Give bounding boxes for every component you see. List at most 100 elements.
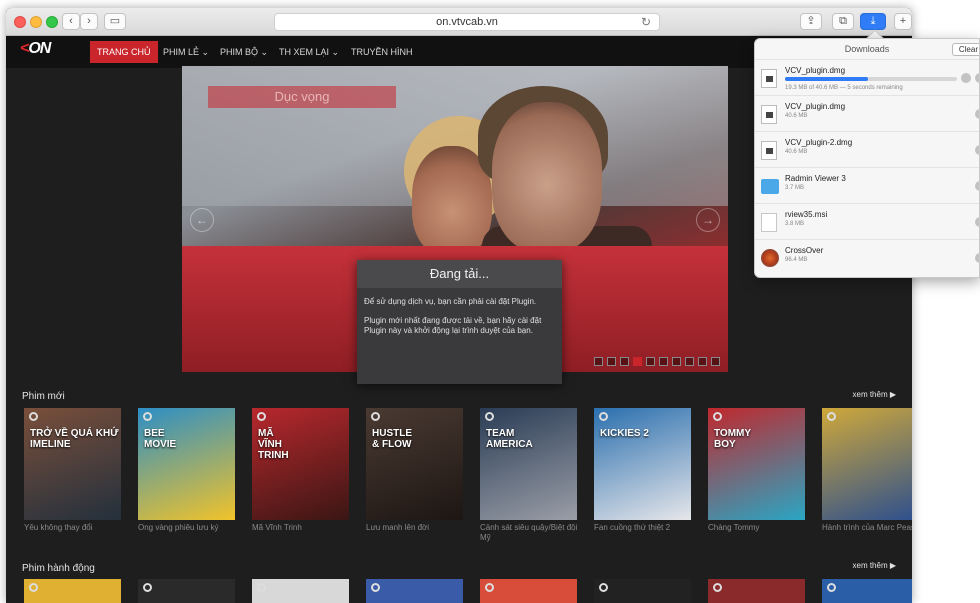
nav-series[interactable]: PHIM BỘ ⌄ xyxy=(213,41,275,63)
poster-badge-icon xyxy=(485,583,494,592)
see-more-new-link[interactable]: xem thêm ▶ xyxy=(853,390,897,399)
site-logo[interactable]: <ON xyxy=(20,40,64,62)
reveal-in-finder-icon[interactable] xyxy=(975,253,979,263)
hero-slide-dot[interactable] xyxy=(711,357,720,366)
movie-poster[interactable] xyxy=(24,579,121,603)
movie-poster[interactable]: TOMMY BOY xyxy=(708,408,805,520)
hero-slide-dot[interactable] xyxy=(607,357,616,366)
back-button[interactable]: ‹ xyxy=(62,13,80,30)
movie-poster[interactable] xyxy=(138,579,235,603)
dialog-message: Để sử dụng dịch vụ, bạn cần phải cài đặt… xyxy=(364,297,537,306)
share-button[interactable]: ⇪ xyxy=(800,13,822,30)
movie-title[interactable]: Hành trình của Marc Pease xyxy=(822,523,912,533)
movie-title[interactable]: Chàng Tommy xyxy=(708,523,808,533)
reveal-in-finder-icon[interactable] xyxy=(975,73,979,83)
reload-icon[interactable]: ↻ xyxy=(641,14,651,30)
hero-next-arrow-icon[interactable]: → xyxy=(696,208,720,232)
download-filename: VCV_plugin-2.dmg xyxy=(785,138,853,147)
download-filename: Radmin Viewer 3 xyxy=(785,174,846,183)
download-item[interactable]: rview35.msi 3.8 MB xyxy=(755,203,979,239)
movie-poster[interactable]: KICKIES 2 xyxy=(594,408,691,520)
downloads-list: VCV_plugin.dmg 19.3 MB of 40.6 MB — 5 sec… xyxy=(755,59,979,275)
movie-title[interactable]: Ong vàng phiêu lưu ký xyxy=(138,523,238,533)
clear-downloads-button[interactable]: Clear xyxy=(951,43,979,56)
address-bar[interactable]: on.vtvcab.vn ↻ xyxy=(274,13,660,31)
disk-image-icon xyxy=(761,69,777,88)
movie-poster[interactable]: BEE MOVIE xyxy=(138,408,235,520)
download-filename: CrossOver xyxy=(785,246,824,255)
tabs-button[interactable]: ⧉ xyxy=(832,13,854,30)
reveal-in-finder-icon[interactable] xyxy=(975,109,979,119)
reveal-in-finder-icon[interactable] xyxy=(975,217,979,227)
movie-poster[interactable]: HUSTLE & FLOW xyxy=(366,408,463,520)
movie-poster[interactable]: TRỞ VỀ QUÁ KHỨ IMELINE xyxy=(24,408,121,520)
movie-poster[interactable] xyxy=(822,408,912,520)
browser-toolbar: ‹ › ▭ on.vtvcab.vn ↻ ⇪ ⧉ ⤓ + xyxy=(6,8,912,36)
poster-art-text: HUSTLE & FLOW xyxy=(372,428,412,450)
downloads-button[interactable]: ⤓ xyxy=(860,13,886,30)
download-icon: ⤓ xyxy=(870,15,876,27)
poster-badge-icon xyxy=(713,583,722,592)
movie-poster[interactable] xyxy=(252,579,349,603)
reveal-in-finder-icon[interactable] xyxy=(975,145,979,155)
download-item[interactable]: Radmin Viewer 3 3.7 MB xyxy=(755,167,979,203)
hero-prev-arrow-icon[interactable]: ← xyxy=(190,208,214,232)
fullscreen-window-button[interactable] xyxy=(46,16,58,28)
hero-slide-dot[interactable] xyxy=(698,357,707,366)
poster-badge-icon xyxy=(599,412,608,421)
movie-poster[interactable] xyxy=(822,579,912,603)
poster-badge-icon xyxy=(371,412,380,421)
nav-home[interactable]: TRANG CHỦ xyxy=(90,41,158,63)
movie-title[interactable]: Mã Vĩnh Trinh xyxy=(252,523,352,533)
sidebar-button[interactable]: ▭ xyxy=(104,13,126,30)
movie-poster[interactable] xyxy=(366,579,463,603)
movie-poster[interactable] xyxy=(594,579,691,603)
movie-title[interactable]: Fan cuồng thứ thiệt 2 xyxy=(594,523,694,533)
hero-title[interactable]: Dục vọng xyxy=(208,86,396,108)
movie-poster[interactable]: TEAM AMERICA xyxy=(480,408,577,520)
movie-title[interactable]: Yêu không thay đổi xyxy=(24,523,124,533)
download-progress-fill xyxy=(785,77,868,81)
hero-slide-dot[interactable] xyxy=(659,357,668,366)
download-filename: VCV_plugin.dmg xyxy=(785,102,846,111)
forward-button[interactable]: › xyxy=(80,13,98,30)
nav-replay[interactable]: TH XEM LẠI ⌄ xyxy=(272,41,346,63)
download-status: 19.3 MB of 40.6 MB — 5 seconds remaining xyxy=(785,85,903,91)
movie-poster[interactable] xyxy=(708,579,805,603)
download-item[interactable]: VCV_plugin.dmg 40.6 MB xyxy=(755,95,979,131)
section-title-new: Phim mới xyxy=(22,391,65,402)
new-tab-button[interactable]: + xyxy=(894,13,912,30)
poster-badge-icon xyxy=(29,412,38,421)
plus-icon: + xyxy=(899,15,907,27)
movie-poster[interactable]: MÃ VĨNH TRINH xyxy=(252,408,349,520)
download-item[interactable]: VCV_plugin-2.dmg 40.6 MB xyxy=(755,131,979,167)
download-filename: rview35.msi xyxy=(785,210,828,219)
poster-art-text: TRỞ VỀ QUÁ KHỨ IMELINE xyxy=(30,428,119,450)
movie-title[interactable]: Cảnh sát siêu quậy/Biệt đội Mỹ xyxy=(480,523,580,543)
dialog-message: Plugin mới nhất đang được tải về, bạn hã… xyxy=(364,316,542,335)
minimize-window-button[interactable] xyxy=(30,16,42,28)
movie-title[interactable]: Lưu manh lên đời xyxy=(366,523,466,533)
hero-slide-dot[interactable] xyxy=(620,357,629,366)
download-item[interactable]: CrossOver 96.4 MB xyxy=(755,239,979,275)
hero-slide-dot[interactable] xyxy=(672,357,681,366)
hero-slide-dot[interactable] xyxy=(633,357,642,366)
hero-slide-dot[interactable] xyxy=(685,357,694,366)
movie-poster[interactable] xyxy=(480,579,577,603)
reveal-in-finder-icon[interactable] xyxy=(975,181,979,191)
poster-art-text: TEAM AMERICA xyxy=(486,428,533,450)
hero-pagination xyxy=(594,353,724,366)
hero-slide-dot[interactable] xyxy=(594,357,603,366)
nav-tv[interactable]: TRUYỀN HÌNH xyxy=(344,41,420,63)
close-window-button[interactable] xyxy=(14,16,26,28)
disk-image-icon xyxy=(761,141,777,160)
poster-badge-icon xyxy=(143,583,152,592)
download-item[interactable]: VCV_plugin.dmg 19.3 MB of 40.6 MB — 5 sec… xyxy=(755,59,979,95)
poster-badge-icon xyxy=(371,583,380,592)
stop-download-icon[interactable] xyxy=(961,73,971,83)
url-text: on.vtvcab.vn xyxy=(436,16,498,28)
hero-slide-dot[interactable] xyxy=(646,357,655,366)
nav-movies[interactable]: PHIM LẺ ⌄ xyxy=(156,41,216,63)
see-more-action-link[interactable]: xem thêm ▶ xyxy=(853,561,897,570)
file-icon xyxy=(761,213,777,232)
